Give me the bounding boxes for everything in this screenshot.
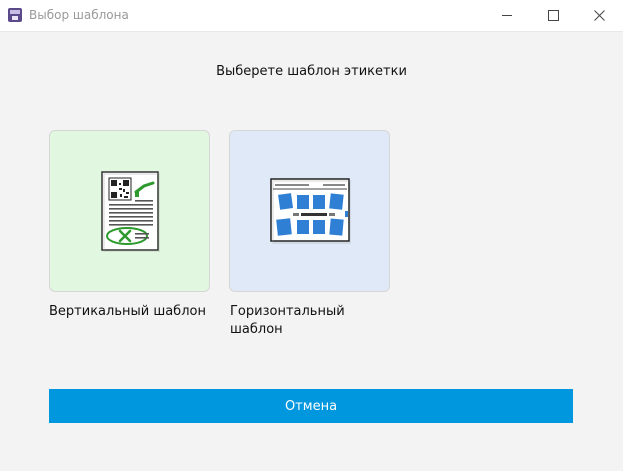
app-icon bbox=[8, 8, 22, 22]
horizontal-template-label: Горизонтальный шаблон bbox=[230, 304, 345, 337]
vertical-template-label: Вертикальный шаблон bbox=[49, 304, 206, 319]
vertical-template-tile[interactable] bbox=[49, 130, 210, 292]
minimize-button[interactable] bbox=[484, 0, 530, 31]
minimize-icon bbox=[502, 15, 512, 16]
horizontal-template-tile[interactable] bbox=[229, 130, 390, 292]
maximize-icon bbox=[547, 10, 559, 21]
title-bar: Выбор шаблона bbox=[0, 0, 623, 32]
page-heading: Выберете шаблон этикетки bbox=[216, 64, 407, 79]
cancel-button[interactable]: Отмена bbox=[49, 389, 573, 423]
horizontal-label-template-icon bbox=[269, 178, 351, 244]
close-icon bbox=[593, 10, 605, 21]
window-title: Выбор шаблона bbox=[29, 8, 129, 22]
vertical-label-template-icon bbox=[100, 171, 160, 252]
close-button[interactable] bbox=[576, 0, 622, 31]
maximize-button[interactable] bbox=[530, 0, 576, 31]
